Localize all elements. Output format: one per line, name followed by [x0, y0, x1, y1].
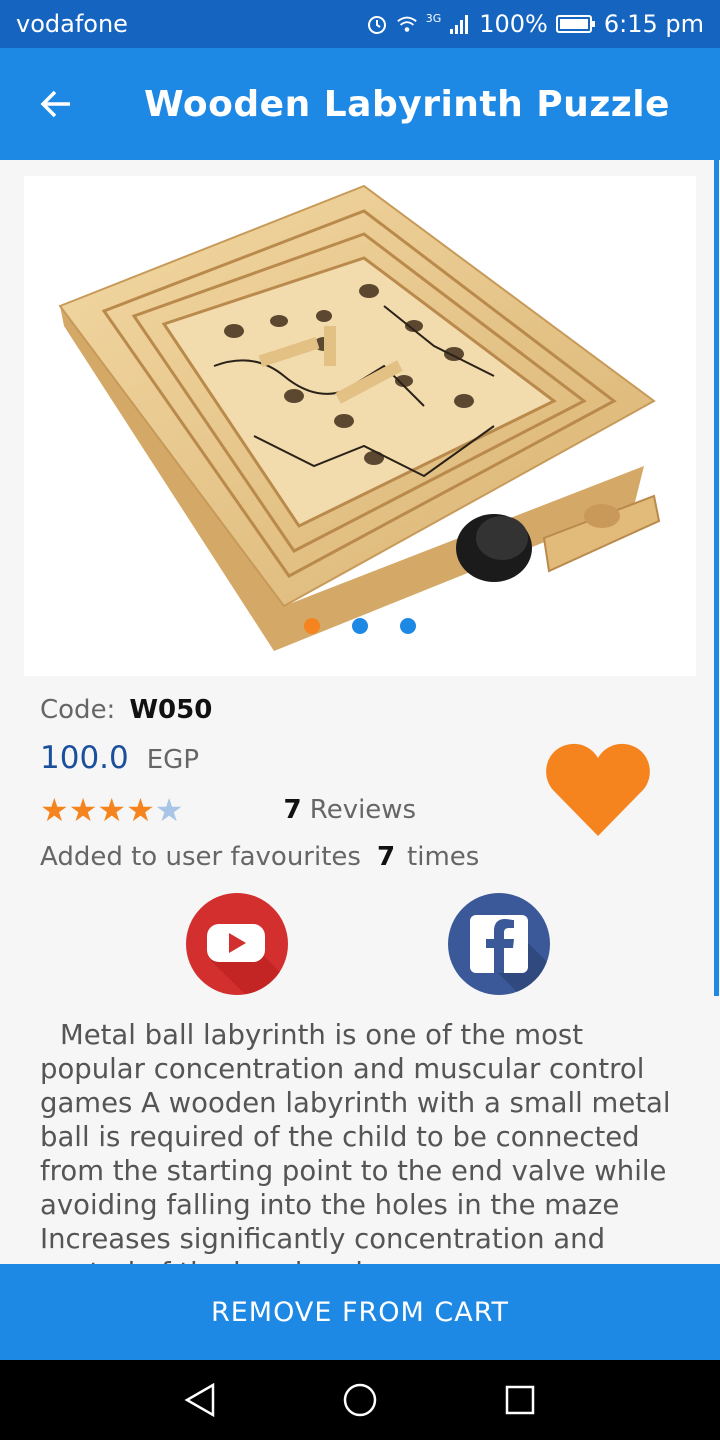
- nav-back-button[interactable]: [170, 1370, 230, 1430]
- nav-home-button[interactable]: [330, 1370, 390, 1430]
- star-filled-icon: ★: [97, 791, 127, 829]
- favourites-number: 7: [376, 842, 396, 872]
- network-type: 3G: [425, 11, 442, 25]
- product-image-carousel[interactable]: [24, 176, 696, 676]
- triangle-back-icon: [184, 1382, 215, 1418]
- page-title: Wooden Labyrinth Puzzle: [144, 83, 670, 125]
- star-empty-icon: ★: [154, 791, 184, 829]
- nav-recents-button[interactable]: [490, 1370, 550, 1430]
- favourites-suffix: times: [407, 842, 480, 872]
- star-rating: ★ ★ ★ ★ ★: [40, 794, 183, 826]
- code-row: Code: W050: [40, 690, 680, 730]
- star-filled-icon: ★: [40, 791, 69, 829]
- carousel-dot[interactable]: [352, 618, 368, 634]
- carousel-dot[interactable]: [400, 618, 416, 634]
- star-filled-icon: ★: [68, 791, 98, 829]
- code-label: Code:: [40, 695, 116, 725]
- reviews-label: Reviews: [309, 795, 417, 825]
- star-filled-icon: ★: [126, 791, 155, 829]
- status-icons: 3G 100% 6:15 pm: [366, 10, 704, 38]
- youtube-button[interactable]: [186, 893, 288, 995]
- price-value: 100.0: [40, 740, 129, 776]
- circle-home-icon: [343, 1383, 377, 1417]
- back-button[interactable]: [0, 48, 112, 160]
- back-arrow-icon: [40, 90, 70, 118]
- heart-icon: [546, 743, 650, 836]
- product-description: Metal ball labyrinth is one of the most …: [40, 1018, 690, 1264]
- product-image: [58, 184, 661, 651]
- square-recents-icon: [505, 1385, 535, 1415]
- clock: 6:15 pm: [603, 10, 704, 38]
- signal-icon: [449, 13, 471, 35]
- wifi-icon: [396, 13, 418, 35]
- favourite-button[interactable]: [545, 742, 651, 838]
- description-text: Metal ball labyrinth is one of the most …: [40, 1019, 671, 1264]
- facebook-icon: [470, 915, 550, 995]
- price-currency: EGP: [146, 745, 200, 775]
- battery-percent: 100%: [479, 10, 548, 38]
- product-code: W050: [129, 695, 213, 725]
- status-bar: vodafone 3G 100% 6:15 pm: [0, 0, 720, 48]
- carousel-dot[interactable]: [304, 618, 320, 634]
- scrollbar[interactable]: [714, 160, 719, 996]
- youtube-icon: [207, 924, 288, 995]
- alarm-icon: [366, 13, 388, 35]
- carousel-indicator: [0, 618, 720, 634]
- remove-from-cart-button[interactable]: REMOVE FROM CART: [0, 1264, 720, 1360]
- carrier-name: vodafone: [16, 10, 128, 38]
- favourites-prefix: Added to user favourites: [40, 842, 361, 872]
- system-nav-bar: [0, 1360, 720, 1440]
- price-row: 100.0 EGP: [40, 740, 199, 776]
- rating-row: ★ ★ ★ ★ ★ 7 Reviews: [40, 794, 480, 826]
- reviews-number: 7: [283, 795, 302, 825]
- battery-icon: [555, 13, 596, 35]
- reviews-count[interactable]: 7 Reviews: [283, 795, 416, 825]
- product-details: Code: W050 100.0 EGP ★ ★ ★ ★ ★ 7 Reviews Add…: [40, 690, 680, 872]
- app-bar: Wooden Labyrinth Puzzle: [0, 48, 720, 160]
- favourites-count: Added to user favourites 7 times: [40, 842, 479, 872]
- facebook-button[interactable]: [448, 893, 550, 995]
